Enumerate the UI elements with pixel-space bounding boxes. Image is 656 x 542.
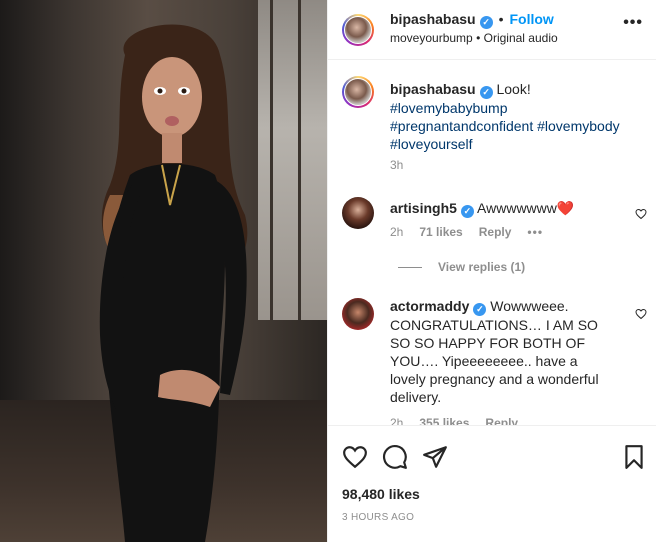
woman-figure-image [99,24,248,542]
author-avatar[interactable] [342,14,374,46]
caption-text: Look! [496,81,531,97]
comment-text: Wowwweee. CONGRATULATIONS… I AM SO SO SO… [390,298,599,405]
comments-list[interactable]: bipashabasu ✓ Look! #lovemybabybump #preg… [328,60,656,425]
reply-button[interactable]: Reply [485,416,518,425]
post-panel: bipashabasu ✓ • Follow moveyourbump • Origi… [327,0,656,542]
comment-icon[interactable] [382,444,408,470]
comment-more-icon[interactable]: ••• [527,225,543,239]
commenter-username[interactable]: artisingh5 [390,200,457,216]
caption-time[interactable]: 3h [390,158,403,172]
post-header: bipashabasu ✓ • Follow moveyourbump • Origi… [328,0,656,60]
view-replies-button[interactable]: View replies (1) [398,260,525,274]
like-heart-icon[interactable] [342,444,368,470]
action-bar: 98,480 likes 3 HOURS AGO [328,425,656,542]
author-username[interactable]: bipashabasu [390,11,476,27]
comment-body: artisingh5 ✓ Awwwwwww❤️ [390,199,630,218]
hashtag-link[interactable]: #lovemybody [537,118,620,134]
likes-count[interactable]: 98,480 likes [342,486,420,502]
comment-like-heart-icon[interactable] [635,308,647,320]
commenter-username[interactable]: actormaddy [390,298,469,314]
save-bookmark-icon[interactable] [621,444,647,470]
reply-button[interactable]: Reply [479,225,512,239]
caption-avatar[interactable] [342,76,374,108]
comment-likes[interactable]: 355 likes [419,416,469,425]
verified-badge-icon: ✓ [479,86,493,99]
view-replies-line [398,267,422,269]
comment-meta: 2h 71 likes Reply ••• [390,225,543,239]
post-time-ago[interactable]: 3 HOURS AGO [342,512,414,523]
caption: bipashabasu ✓ Look! #lovemybabybump #preg… [390,80,640,153]
verified-badge-icon: ✓ [460,205,474,218]
audio-label[interactable]: Original audio [484,31,558,45]
verified-badge-icon: ✓ [479,16,493,29]
view-replies-label[interactable]: View replies (1) [438,260,525,274]
comment-body: actormaddy ✓ Wowwweee. CONGRATULATIONS… I… [390,297,615,406]
caption-username[interactable]: bipashabasu [390,81,476,97]
commenter-avatar[interactable] [342,197,374,229]
audio-separator: • [476,31,481,45]
post-media[interactable] [0,0,327,542]
comment-like-heart-icon[interactable] [635,208,647,220]
comment-text: Awwwwwww❤️ [477,200,575,216]
commenter-avatar[interactable] [342,298,374,330]
author-row: bipashabasu ✓ • Follow [390,11,554,29]
follow-button[interactable]: Follow [510,11,554,27]
separator-dot: • [498,11,504,27]
comment-time[interactable]: 2h [390,225,403,239]
share-send-icon[interactable] [422,444,448,470]
hashtag-link[interactable]: #pregnantandconfident [390,118,533,134]
comment-likes[interactable]: 71 likes [419,225,462,239]
more-options-icon[interactable]: ••• [623,14,643,32]
comment-time[interactable]: 2h [390,416,403,425]
hashtag-link[interactable]: #loveyourself [390,136,473,152]
verified-badge-icon: ✓ [473,303,487,316]
audio-row: moveyourbump • Original audio [390,31,558,45]
comment-meta: 2h 355 likes Reply [390,416,518,425]
audio-user-link[interactable]: moveyourbump [390,31,473,45]
hashtag-link[interactable]: #lovemybabybump [390,100,508,116]
